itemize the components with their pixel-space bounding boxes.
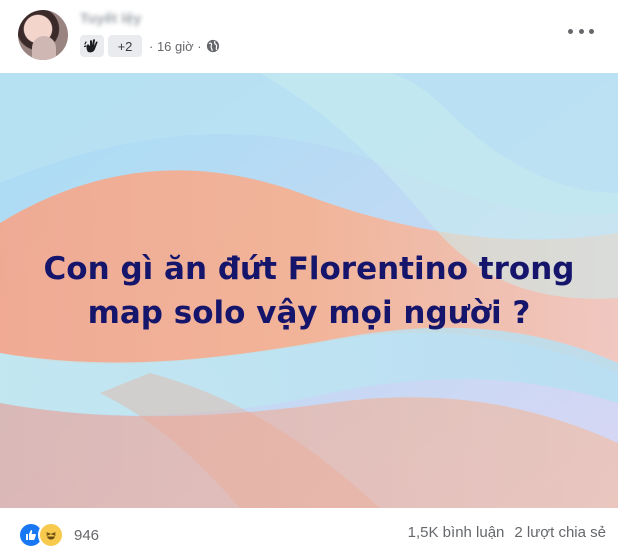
post-card: Tuyết lệy +2 · 16 giờ · Con gì ăn đứt Fl… xyxy=(0,0,618,559)
haha-icon xyxy=(38,522,64,548)
post-header: Tuyết lệy +2 · 16 giờ · xyxy=(0,0,618,72)
author-name[interactable]: Tuyết lệy xyxy=(80,10,141,26)
reaction-summary[interactable]: 946 xyxy=(18,522,99,548)
reaction-count: 946 xyxy=(74,526,100,544)
caption-line-2: map solo vậy mọi người ? xyxy=(87,295,531,331)
post-image[interactable]: Con gì ăn đứt Florentino trong map solo … xyxy=(0,73,618,508)
comments-count[interactable]: 1,5K bình luận xyxy=(408,524,505,541)
globe-icon[interactable] xyxy=(206,39,220,53)
more-dot xyxy=(589,28,594,34)
post-meta: +2 · 16 giờ · xyxy=(80,34,220,58)
group-chip[interactable] xyxy=(80,35,104,57)
post-caption: Con gì ăn đứt Florentino trong map solo … xyxy=(0,247,618,335)
more-dot xyxy=(568,28,573,34)
avatar-figure xyxy=(32,36,56,60)
caption-line-1: Con gì ăn đứt Florentino trong xyxy=(43,251,575,287)
shares-count[interactable]: 2 lượt chia sẻ xyxy=(514,524,606,541)
post-time[interactable]: · 16 giờ · xyxy=(149,39,202,54)
post-footer: 946 1,5K bình luận 2 lượt chia sẻ xyxy=(0,508,618,559)
more-options-icon[interactable] xyxy=(568,24,594,38)
wave-hand-icon xyxy=(84,39,98,53)
avatar[interactable] xyxy=(18,10,68,60)
more-dot xyxy=(578,28,584,34)
engagement-stats: 1,5K bình luận 2 lượt chia sẻ xyxy=(408,524,606,541)
group-extra-count[interactable]: +2 xyxy=(108,35,142,57)
